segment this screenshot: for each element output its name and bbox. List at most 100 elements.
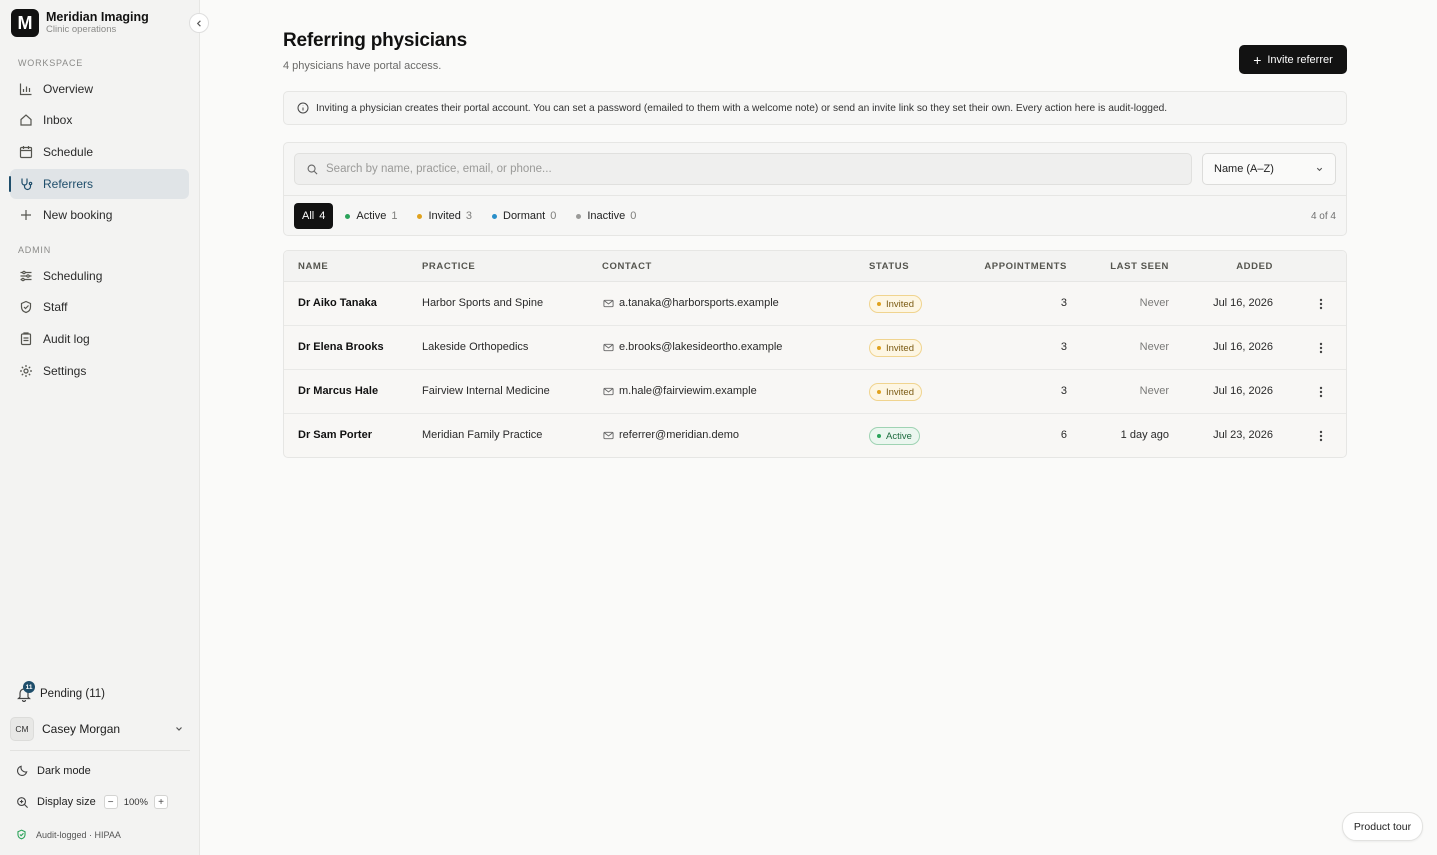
collapse-sidebar-button[interactable] <box>189 13 209 33</box>
sidebar-item-label: Staff <box>43 300 68 314</box>
sidebar-item-label: New booking <box>43 208 113 222</box>
sliders-icon <box>20 270 32 282</box>
added-date: Jul 16, 2026 <box>1213 297 1273 309</box>
practice-name: Meridian Family Practice <box>422 429 543 441</box>
sidebar-item-staff[interactable]: Staff <box>10 292 189 322</box>
tab-active[interactable]: Active 1 <box>337 203 405 229</box>
physician-name[interactable]: Dr Aiko Tanaka <box>298 297 377 309</box>
dark-mode-toggle[interactable]: Dark mode <box>16 764 91 777</box>
table-row[interactable]: Dr Sam Porter Meridian Family Practice r… <box>284 414 1346 457</box>
invite-referrer-button[interactable]: + Invite referrer <box>1239 45 1347 74</box>
page-title: Referring physicians <box>283 30 467 51</box>
tab-label: Inactive <box>587 210 626 222</box>
table-row[interactable]: Dr Aiko Tanaka Harbor Sports and Spine a… <box>284 282 1346 326</box>
contact-email[interactable]: m.hale@fairviewim.example <box>603 385 757 397</box>
sidebar-item-label: Settings <box>43 364 87 378</box>
status-dot <box>877 390 881 394</box>
table-header: NAME PRACTICE CONTACT STATUS APPOINTMENT… <box>284 251 1346 282</box>
sidebar-item-new-booking[interactable]: New booking <box>10 200 189 230</box>
table-row[interactable]: Dr Marcus Hale Fairview Internal Medicin… <box>284 370 1346 414</box>
compliance-label: Audit-logged · HIPAA <box>36 829 121 840</box>
user-name: Casey Morgan <box>42 722 121 736</box>
sort-select[interactable]: Name (A–Z) <box>1202 153 1336 185</box>
product-tour-button[interactable]: Product tour <box>1342 812 1423 841</box>
physician-name[interactable]: Dr Sam Porter <box>298 429 372 441</box>
zoom-out-button[interactable]: − <box>103 795 118 809</box>
more-vertical-icon <box>1319 430 1323 442</box>
mail-icon <box>603 431 614 439</box>
sidebar-item-inbox[interactable]: Inbox <box>10 105 189 135</box>
physician-name[interactable]: Dr Marcus Hale <box>298 385 378 397</box>
status-label: Invited <box>886 342 914 354</box>
row-actions-button[interactable] <box>1313 295 1329 313</box>
row-actions-button[interactable] <box>1313 383 1329 401</box>
tab-label: Active <box>356 210 387 222</box>
added-date: Jul 16, 2026 <box>1213 385 1273 397</box>
column-header-name[interactable]: NAME <box>298 261 328 272</box>
tab-count: 3 <box>465 210 472 222</box>
sidebar: M Meridian Imaging Clinic operations WOR… <box>0 0 200 855</box>
bar-chart-icon <box>19 83 32 96</box>
status-dot <box>877 434 881 438</box>
more-vertical-icon <box>1319 386 1323 398</box>
mail-icon <box>603 387 614 395</box>
tab-inactive[interactable]: Inactive 0 <box>568 203 644 229</box>
pending-notifications[interactable]: 11 Pending (11) <box>16 681 105 702</box>
sidebar-item-label: Inbox <box>43 113 73 127</box>
sidebar-item-audit-log[interactable]: Audit log <box>10 324 189 354</box>
tab-dormant[interactable]: Dormant 0 <box>484 203 564 229</box>
column-header-practice[interactable]: PRACTICE <box>422 261 475 272</box>
sidebar-item-label: Schedule <box>43 145 94 159</box>
last-seen: Never <box>1139 297 1169 309</box>
sidebar-item-schedule[interactable]: Schedule <box>10 137 189 167</box>
info-icon <box>297 102 309 114</box>
sidebar-item-label: Overview <box>43 82 94 96</box>
filter-divider <box>284 195 1346 196</box>
dark-mode-label: Dark mode <box>37 764 91 777</box>
status-badge: Invited <box>869 295 922 313</box>
tab-count: 0 <box>550 210 557 222</box>
practice-name: Fairview Internal Medicine <box>422 385 550 397</box>
contact-email[interactable]: referrer@meridian.demo <box>603 429 739 441</box>
tab-label: Dormant <box>503 210 546 222</box>
column-header-added[interactable]: ADDED <box>1236 261 1273 272</box>
home-icon <box>20 114 32 126</box>
row-actions-button[interactable] <box>1313 339 1329 357</box>
sidebar-item-scheduling[interactable]: Scheduling <box>10 261 189 291</box>
sidebar-item-settings[interactable]: Settings <box>10 356 189 386</box>
row-actions-button[interactable] <box>1313 427 1329 445</box>
stethoscope-icon <box>21 178 33 191</box>
email-text: e.brooks@lakesideortho.example <box>619 341 783 353</box>
contact-email[interactable]: a.tanaka@harborsports.example <box>603 297 779 309</box>
more-vertical-icon <box>1319 298 1323 310</box>
user-menu[interactable]: CM Casey Morgan <box>10 716 190 742</box>
column-header-status[interactable]: STATUS <box>869 261 909 272</box>
plus-icon <box>21 210 31 220</box>
status-dot <box>576 213 582 219</box>
zoom-in-button[interactable]: + <box>154 795 168 809</box>
brand[interactable]: M Meridian Imaging Clinic operations <box>11 9 149 37</box>
chevron-left-icon <box>196 19 201 27</box>
search-input[interactable] <box>326 163 1176 175</box>
plus-icon: + <box>1253 51 1262 68</box>
tab-invited[interactable]: Invited 3 <box>409 203 480 229</box>
sidebar-item-overview[interactable]: Overview <box>10 74 189 104</box>
added-date: Jul 16, 2026 <box>1213 341 1273 353</box>
status-label: Active <box>886 430 912 442</box>
invite-referrer-label: Invite referrer <box>1267 53 1333 66</box>
tab-all[interactable]: All 4 <box>294 203 334 229</box>
mail-icon <box>603 299 614 307</box>
practice-name: Lakeside Orthopedics <box>422 341 529 353</box>
physician-name[interactable]: Dr Elena Brooks <box>298 341 384 353</box>
sidebar-item-referrers[interactable]: Referrers <box>9 169 189 199</box>
column-header-last-seen[interactable]: LAST SEEN <box>1110 261 1169 272</box>
last-seen: Never <box>1139 341 1169 353</box>
pending-count-badge: 11 <box>23 681 35 693</box>
table-row[interactable]: Dr Elena Brooks Lakeside Orthopedics e.b… <box>284 326 1346 370</box>
result-count: 4 of 4 <box>1310 211 1336 222</box>
column-header-contact[interactable]: CONTACT <box>602 261 652 272</box>
sort-value: Name (A–Z) <box>1214 163 1274 175</box>
practice-name: Harbor Sports and Spine <box>422 297 544 309</box>
contact-email[interactable]: e.brooks@lakesideortho.example <box>603 341 782 353</box>
column-header-appointments[interactable]: APPOINTMENTS <box>984 261 1067 272</box>
